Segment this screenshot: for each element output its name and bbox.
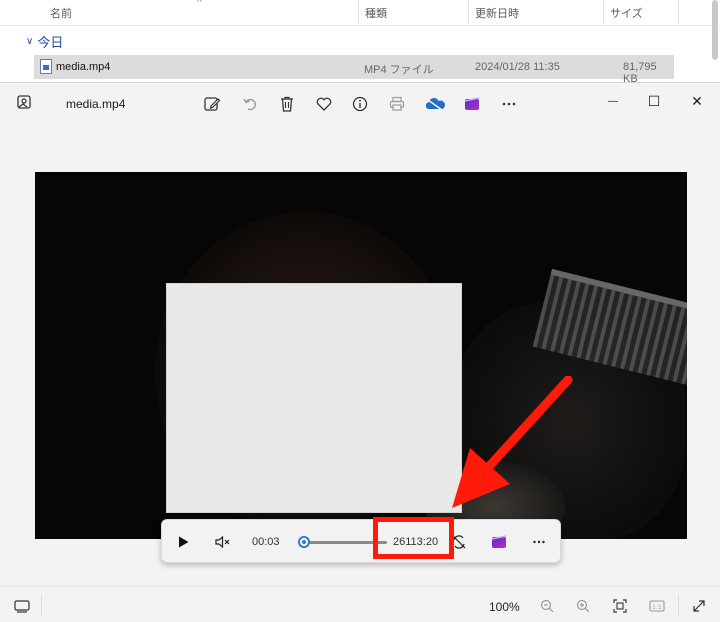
- favorite-icon[interactable]: [313, 93, 335, 115]
- play-button[interactable]: [172, 531, 194, 553]
- rotate-icon[interactable]: [239, 93, 261, 115]
- more-options-icon[interactable]: [498, 93, 520, 115]
- mute-button[interactable]: [212, 531, 234, 553]
- chevron-down-icon: ∨: [26, 36, 34, 47]
- group-header-today[interactable]: ∨ 今日: [26, 32, 63, 51]
- title-bar: media.mp4 — ☐ ✕: [0, 83, 720, 123]
- redaction-box: [166, 283, 462, 513]
- column-separator: [678, 0, 679, 24]
- zoom-level: 100%: [489, 600, 520, 614]
- divider: [678, 595, 679, 617]
- close-icon: ✕: [691, 92, 703, 109]
- maximize-button[interactable]: ☐: [639, 89, 669, 113]
- video-file-icon: [40, 59, 52, 74]
- media-viewer-window: media.mp4 — ☐ ✕ 00:03 26113:20 100% 1:1: [0, 82, 720, 622]
- zoom-out-icon[interactable]: [537, 596, 557, 616]
- clipchamp-icon[interactable]: [461, 93, 483, 115]
- group-label: 今日: [37, 35, 64, 50]
- actual-size-icon[interactable]: 1:1: [647, 596, 667, 616]
- seek-handle[interactable]: [298, 536, 310, 548]
- edit-icon[interactable]: [201, 93, 223, 115]
- svg-text:1:1: 1:1: [652, 604, 662, 611]
- elapsed-time: 00:03: [252, 536, 280, 548]
- column-name[interactable]: 名前: [50, 5, 72, 21]
- window-title: media.mp4: [66, 97, 126, 111]
- playback-controls: 00:03 26113:20: [161, 519, 561, 563]
- divider: [41, 595, 42, 617]
- sort-arrow-icon: ^: [197, 0, 202, 8]
- video-frame[interactable]: [35, 172, 687, 539]
- delete-icon[interactable]: [276, 93, 298, 115]
- zoom-in-icon[interactable]: [573, 596, 593, 616]
- info-icon[interactable]: [349, 93, 371, 115]
- file-row[interactable]: media.mp4 MP4 ファイル 2024/01/28 11:35 81,7…: [34, 55, 674, 85]
- file-modified: 2024/01/28 11:35: [475, 61, 560, 73]
- fit-to-window-icon[interactable]: [610, 596, 630, 616]
- column-modified[interactable]: 更新日時: [475, 5, 519, 21]
- column-separator: [358, 0, 359, 24]
- filmstrip-icon[interactable]: [12, 596, 32, 616]
- column-separator: [603, 0, 604, 24]
- minimize-button[interactable]: —: [598, 89, 628, 113]
- print-icon[interactable]: [386, 93, 408, 115]
- file-name: media.mp4: [56, 61, 111, 73]
- onedrive-icon[interactable]: [424, 93, 446, 115]
- scrollbar[interactable]: [712, 0, 718, 60]
- status-bar: 100% 1:1: [0, 586, 720, 622]
- close-button[interactable]: ✕: [682, 89, 712, 113]
- column-type[interactable]: 種類: [365, 5, 387, 21]
- minimize-icon: —: [608, 95, 618, 107]
- annotation-highlight-box: [373, 517, 454, 559]
- column-separator: [468, 0, 469, 24]
- maximize-icon: ☐: [647, 92, 661, 109]
- full-screen-icon[interactable]: [689, 596, 709, 616]
- photos-app-icon: [16, 95, 34, 111]
- more-options-icon[interactable]: [528, 531, 550, 553]
- annotation-arrow-icon: [452, 376, 573, 508]
- file-type: MP4 ファイル: [364, 64, 434, 76]
- column-header-row: 名前 ^ 種類 更新日時 サイズ: [0, 0, 720, 26]
- column-size[interactable]: サイズ: [610, 5, 643, 21]
- clipchamp-icon[interactable]: [488, 531, 510, 553]
